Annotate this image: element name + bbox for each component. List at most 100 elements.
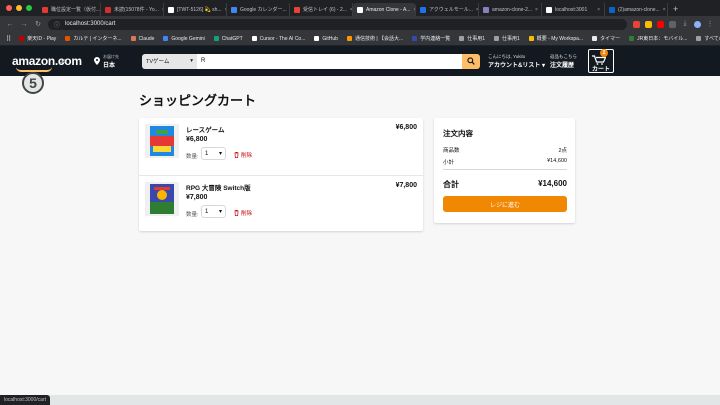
bookmark-item[interactable]: ChatGPT [213,35,243,42]
line-total: ¥7,800 [395,182,417,189]
close-tab-icon[interactable]: × [597,7,600,13]
product-thumbnail[interactable] [145,124,179,158]
delete-button[interactable]: 削除 [234,209,252,217]
bookmark-item[interactable]: すべてのブックマーク [696,35,720,42]
bookmark-favicon-icon [629,36,635,41]
browser-tab[interactable]: Google カレンダー...× [227,3,290,16]
extension-icon[interactable] [645,20,652,28]
browser-tab[interactable]: 職位設定一覧（仮付...× [38,3,101,16]
browser-tab[interactable]: Amazon Clone - A...× [353,3,416,16]
logo-text: amazon.com [12,54,82,68]
extensions-area: ⤓ ⋮ [633,20,714,28]
bookmark-item[interactable]: Cursor - The AI Co... [251,35,306,42]
bookmark-item[interactable]: カルテ | インターネ... [65,35,122,42]
minimize-window-button[interactable] [16,5,22,11]
apps-icon[interactable]: ⠿ [6,35,11,43]
back-icon[interactable]: ← [6,21,14,28]
maximize-window-button[interactable] [26,5,32,11]
extension-icon[interactable] [657,20,664,28]
tab-title: Amazon Clone - A... [366,6,411,13]
quantity-select[interactable]: 1 ▾ [201,205,226,218]
bookmark-label: JR東日本：モバイル... [637,36,688,42]
status-bar-url: localhost:3000/cart [0,395,50,405]
bookmark-item[interactable]: JR東日本：モバイル... [629,35,687,42]
extension-icon[interactable] [669,20,676,28]
address-toolbar: ← → ↻ ⓘ localhost:3000/cart ⤓ ⋮ [0,16,720,32]
profile-avatar[interactable] [694,20,701,28]
search-button[interactable] [462,53,480,69]
site-info-icon[interactable]: ⓘ [54,20,60,29]
orders-link[interactable]: 返品もこちら 注文履歴 [550,54,586,69]
bookmark-item[interactable]: 学内連絡一覧 [412,35,450,42]
address-bar[interactable]: ⓘ localhost:3000/cart [48,18,627,30]
bookmark-label: GitHub [322,35,338,42]
quantity-select[interactable]: 1 ▾ [201,147,226,160]
tab-favicon-icon [420,6,426,13]
browser-tab[interactable]: localhost:3001 × [542,3,605,16]
browser-tab[interactable]: アクウェルモール... × [416,3,479,16]
bookmark-label: Cursor - The AI Co... [259,35,306,42]
tab-title: 職位設定一覧（仮付... [51,7,101,13]
bookmark-label: 通信技術 | 【会話大... [354,36,404,42]
browser-tab[interactable]: 受信トレイ (6) - 2... × [290,3,353,16]
rpg-game-cover-image [150,184,174,214]
tab-favicon-icon [168,6,174,13]
bookmark-label: Google Gemini [171,35,205,42]
product-price: ¥6,800 [186,136,208,143]
reload-icon[interactable]: ↻ [34,20,42,28]
total-value: ¥14,600 [538,179,567,188]
account-menu[interactable]: こんにちは, Yukito アカウント&リスト ▾ [488,54,550,69]
new-tab-button[interactable]: + [668,4,683,16]
racing-game-cover-image [150,126,174,156]
cart-items-panel: レースゲーム ¥6,800 数量: 1 ▾ 削除 ¥6,800 RPG 大冒険 … [139,118,423,231]
browser-tab[interactable]: (2)amazon-clone... × [605,3,668,16]
download-icon[interactable]: ⤓ [681,20,689,28]
amazon-logo[interactable]: amazon.com .jp [8,48,82,74]
close-tab-icon[interactable]: × [535,7,538,13]
subtotal-value: ¥14,600 [547,158,567,164]
bookmark-item[interactable]: タイマー [592,35,620,42]
bookmark-item[interactable]: Claude [130,35,154,42]
bookmark-item[interactable]: 概要 - My Workspa... [528,35,583,42]
bookmark-item[interactable]: Google Gemini [163,35,205,42]
cart-button[interactable]: 2 カート [588,49,614,73]
extension-icon[interactable] [633,20,640,28]
line-total: ¥6,800 [395,124,417,131]
bookmark-favicon-icon [696,36,702,41]
menu-icon[interactable]: ⋮ [706,20,714,28]
browser-tab[interactable]: amazon-clone-2... × [479,3,542,16]
summary-divider [443,169,567,170]
product-name[interactable]: RPG 大冒険 Switch版 [186,182,251,192]
search-input[interactable]: R [197,53,462,69]
quantity-label: 数量: [186,212,199,218]
tab-title: (2)amazon-clone... [618,6,660,13]
search-input-value: R [201,58,206,64]
forward-icon[interactable]: → [20,21,28,28]
bookmark-item[interactable]: 仕事用1 [459,35,485,42]
summary-title: 注文内容 [443,129,473,138]
deliver-to[interactable]: お届け先 日本 [94,54,134,69]
bookmark-label: すべてのブックマーク [704,36,720,42]
bookmark-favicon-icon [251,36,257,41]
bookmark-item[interactable]: 通信技術 | 【会話大... [346,35,404,42]
cart-label: カート [592,67,611,73]
bookmark-favicon-icon [163,36,169,41]
bookmark-label: 仕事用1 [467,36,485,42]
checkout-button[interactable]: レジに進む [443,196,567,212]
browser-tab[interactable]: 未読(15078件 - Yo...× [101,3,164,16]
delete-button[interactable]: 削除 [234,151,252,159]
close-window-button[interactable] [6,5,12,11]
browser-tab[interactable]: [TWT-5126] 💫 sh...× [164,3,227,16]
count-value: 2点 [558,148,567,154]
product-name[interactable]: レースゲーム [186,124,224,134]
summary-subtotal-row: 小計 ¥14,600 [443,158,567,166]
bookmark-item[interactable]: 楽天ID - Play [19,35,56,42]
close-tab-icon[interactable]: × [663,7,666,13]
bookmark-item[interactable]: GitHub [314,35,338,42]
search-category-select[interactable]: TVゲーム ▾ [142,53,197,69]
bookmark-item[interactable]: 仕事用1 [494,35,520,42]
order-summary-panel: 注文内容 商品数 2点 小計 ¥14,600 合計 ¥14,600 レジに進む [434,118,575,223]
product-thumbnail[interactable] [145,182,179,216]
window-controls [0,5,38,16]
bookmark-label: 学内連絡一覧 [420,36,451,42]
